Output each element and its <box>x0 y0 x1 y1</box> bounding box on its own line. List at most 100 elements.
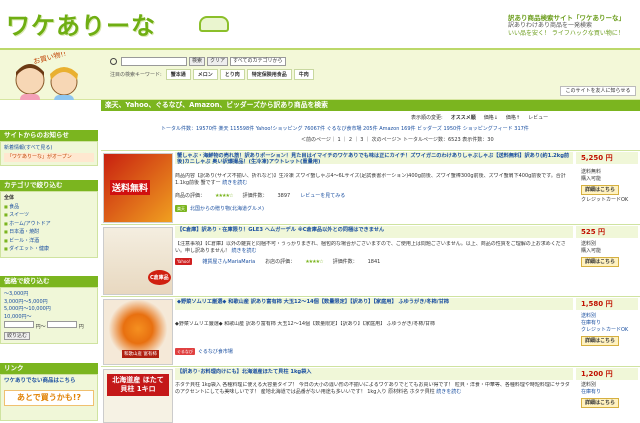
price-min-input[interactable] <box>4 321 34 328</box>
share-site-button[interactable]: このサイトを友人に知らせる <box>560 86 636 96</box>
category-select[interactable]: すべてのカテゴリから <box>230 56 287 66</box>
keyword-row: 注目の検索キーワード: 蟹本通 メロン とり肉 特定保険用食品 牛肉 <box>110 68 314 80</box>
review-link[interactable]: レビューを見てみる <box>300 192 345 199</box>
item-title[interactable]: 【訳あり･お料理向けにも】北海道産ほたて貝柱 1kg袋入 <box>175 368 573 380</box>
item-side-info: 送料無料 購入可能 詳細はこちら クレジットカードOK <box>581 169 628 204</box>
shop-link[interactable]: 雑貨屋さんMariaMaria <box>202 258 255 265</box>
sort-review[interactable]: レビュー <box>528 114 548 121</box>
shop-row: 楽天 北国からの贈り物(北海道グルメ) <box>175 205 264 212</box>
price-range[interactable]: 5,000円～10,000円 <box>4 306 94 314</box>
item-desc: 【注意事項】【C倉庫】以外の雑貨と同梱不可・うっかりまぎれ、梱包的な場合がござい… <box>175 241 573 255</box>
shop-badge: 楽天 <box>175 205 187 212</box>
item-thumbnail[interactable]: 北海道産 ほたて貝柱 1キロ <box>103 369 173 423</box>
category-item[interactable]: ビール・洋酒 <box>4 237 94 246</box>
category-item[interactable]: 食品 <box>4 203 94 212</box>
thumb-label: 北海道産 ほたて貝柱 1キロ <box>107 374 169 396</box>
shop-link[interactable]: ぐるなび食市場 <box>198 348 233 355</box>
price-heading: 価格で絞り込む <box>0 276 98 287</box>
item-title[interactable]: 【C倉庫】訳あり・在庫限り！GLE3 ヘムガーデル ※C倉庫品以外との同梱はでき… <box>175 226 573 238</box>
keyword-chip[interactable]: とり肉 <box>219 68 245 80</box>
price-range[interactable]: 3,000円～5,000円 <box>4 299 94 307</box>
category-item[interactable]: ダイエット・健康 <box>4 245 94 254</box>
non-wake-link[interactable]: ワケありでない商品はこちら <box>4 378 94 386</box>
item-thumbnail[interactable]: C倉庫品 <box>103 227 173 295</box>
search-band <box>0 48 640 100</box>
clear-button[interactable]: クリア <box>207 56 229 66</box>
price-range[interactable]: ～3,000円 <box>4 291 94 299</box>
result-item: 和歌山産 富有柿 ◆野菜ソムリエ厳選◆ 和歌山産 訳あり富有柿 大玉12～14個… <box>101 296 640 366</box>
price-range[interactable]: 10,000円～ <box>4 314 94 322</box>
sort-recommend[interactable]: オススメ順 <box>451 114 476 121</box>
card-info: クレジットカードOK <box>581 327 629 333</box>
shipping-info: 送料別 <box>581 382 597 388</box>
sort-row: 表示順の変更: オススメ順 価格↓ 価格↑ レビュー <box>411 114 548 121</box>
search-button[interactable]: 検索 <box>189 56 206 66</box>
search-input[interactable] <box>121 56 187 66</box>
item-desc: 商品内容【訳あり(サイズ不揃い、折れなど)】生冷凍 ズワイ蟹しゃぶ4～6Lサイズ… <box>175 173 573 187</box>
category-item[interactable]: ホーム/アウトドア <box>4 220 94 229</box>
item-price: 1,200 円 <box>576 368 638 380</box>
item-title[interactable]: ◆野菜ソムリエ厳選◆ 和歌山産 訳あり富有柿 大玉12～14個【数量限定】【訳あ… <box>175 298 573 310</box>
link-box: ワケありでない商品はこちら あとで買うかも!? <box>0 374 98 421</box>
read-more-link[interactable]: 続きを読む <box>222 180 247 186</box>
search-icon <box>110 57 117 65</box>
item-price: 1,580 円 <box>576 298 638 310</box>
price-filter-button[interactable]: 絞り込む <box>4 331 31 340</box>
girls-speech-text: お買い物!! <box>32 52 67 66</box>
price-box: ～3,000円 3,000円～5,000円 5,000円～10,000円 10,… <box>0 287 98 344</box>
read-more-link[interactable]: 続きを読む <box>436 389 461 395</box>
price-custom-row: 円～ 円 <box>4 321 94 332</box>
read-more-link[interactable]: 続きを読む <box>231 248 256 254</box>
keyword-chip[interactable]: 特定保険用食品 <box>246 68 292 80</box>
shop-link[interactable]: 北国からの贈り物(北海道グルメ) <box>190 205 264 212</box>
notice-item[interactable]: 「ワケありーな」がオープン <box>4 152 94 162</box>
price-max-input[interactable] <box>47 321 78 328</box>
shop-badge: ぐるなび <box>175 348 195 355</box>
detail-button[interactable]: 詳細はこちら <box>581 185 619 195</box>
item-side-info: 送料別 在庫有り クレジットカードOK 詳細はこちら <box>581 313 628 346</box>
banner-later[interactable]: あとで買うかも!? <box>4 389 94 406</box>
tagline-catch: いい品を安く！ ライフハックな買い物に！ <box>508 30 624 37</box>
site-logo[interactable]: ワケありーな <box>6 6 156 41</box>
site-header: ワケありーな 訳あり商品検索サイト「ワケありーな」 訳ありわけあり商品を一発検索… <box>0 0 640 48</box>
item-price: 525 円 <box>576 226 638 238</box>
item-thumbnail[interactable]: 送料無料 <box>103 153 173 223</box>
stock-info: 購入可能 <box>581 248 602 254</box>
keyword-chip[interactable]: メロン <box>192 68 218 80</box>
shipping-info: 送料別 <box>581 313 597 319</box>
stock-info: 購入可能 <box>581 176 602 182</box>
keyword-chip[interactable]: 牛肉 <box>293 68 314 80</box>
result-item: 送料無料 蟹しゃぶ・海鮮物の売れ筋！訳ありポーション！見た目はイマイチのワケあり… <box>101 150 640 224</box>
thumb-label: 送料無料 <box>110 180 151 195</box>
rating-stars: ★★★★☆ <box>215 192 233 199</box>
price-unit: 円 <box>78 324 84 330</box>
shipping-info: 送料無料 <box>581 169 602 175</box>
category-all[interactable]: 全体 <box>4 195 94 203</box>
category-item[interactable]: スイーツ <box>4 211 94 220</box>
price-separator: 円～ <box>35 324 46 330</box>
result-item: C倉庫品 【C倉庫】訳あり・在庫限り！GLE3 ヘムガーデル ※C倉庫品以外との… <box>101 224 640 296</box>
detail-button[interactable]: 詳細はこちら <box>581 336 619 346</box>
detail-button[interactable]: 詳細はこちら <box>581 257 619 267</box>
results-heading: 楽天、Yahoo、ぐるなび、Amazon、ビッダーズから訳あり商品を検索 <box>101 100 640 111</box>
shop-row: ぐるなび ぐるなび食市場 <box>175 348 233 355</box>
sort-price-desc[interactable]: 価格↓ <box>484 114 498 121</box>
item-title[interactable]: 蟹しゃぶ・海鮮物の売れ筋！訳ありポーション！見た目はイマイチのワケありでも味は正… <box>175 152 573 164</box>
notice-link-all[interactable]: 新着情報(すべて見る) <box>4 145 94 153</box>
tagline-sub: 訳ありわけあり商品を一発検索 <box>508 22 593 29</box>
shipping-info: 送料別 <box>581 241 597 247</box>
category-item[interactable]: 日本酒・焼酎 <box>4 228 94 237</box>
rating-label: 商品の評価： <box>175 193 206 199</box>
notice-box: 新着情報(すべて見る) 「ワケありーな」がオープン <box>0 141 98 166</box>
rating-count-label: 評価件数： <box>332 259 358 265</box>
item-side-info: 送料別 購入可能 詳細はこちら <box>581 241 619 267</box>
sort-price-asc[interactable]: 価格↑ <box>506 114 520 121</box>
thumb-label: C倉庫品 <box>148 270 171 285</box>
keyword-chip[interactable]: 蟹本通 <box>165 68 191 80</box>
category-box: 全体 食品 スイーツ ホーム/アウトドア 日本酒・焼酎 ビール・洋酒 ダイエット… <box>0 191 98 258</box>
category-heading: カテゴリで絞り込む <box>0 180 98 191</box>
item-thumbnail[interactable]: 和歌山産 富有柿 <box>103 299 173 365</box>
detail-button[interactable]: 詳細はこちら <box>581 398 619 408</box>
pager[interactable]: ＜前のページ｜ 1 ｜ 2 ｜ 3 ｜ 次のページ＞ トータルページ数：6523… <box>301 136 494 143</box>
notice-heading: サイトからのお知らせ <box>0 130 98 141</box>
